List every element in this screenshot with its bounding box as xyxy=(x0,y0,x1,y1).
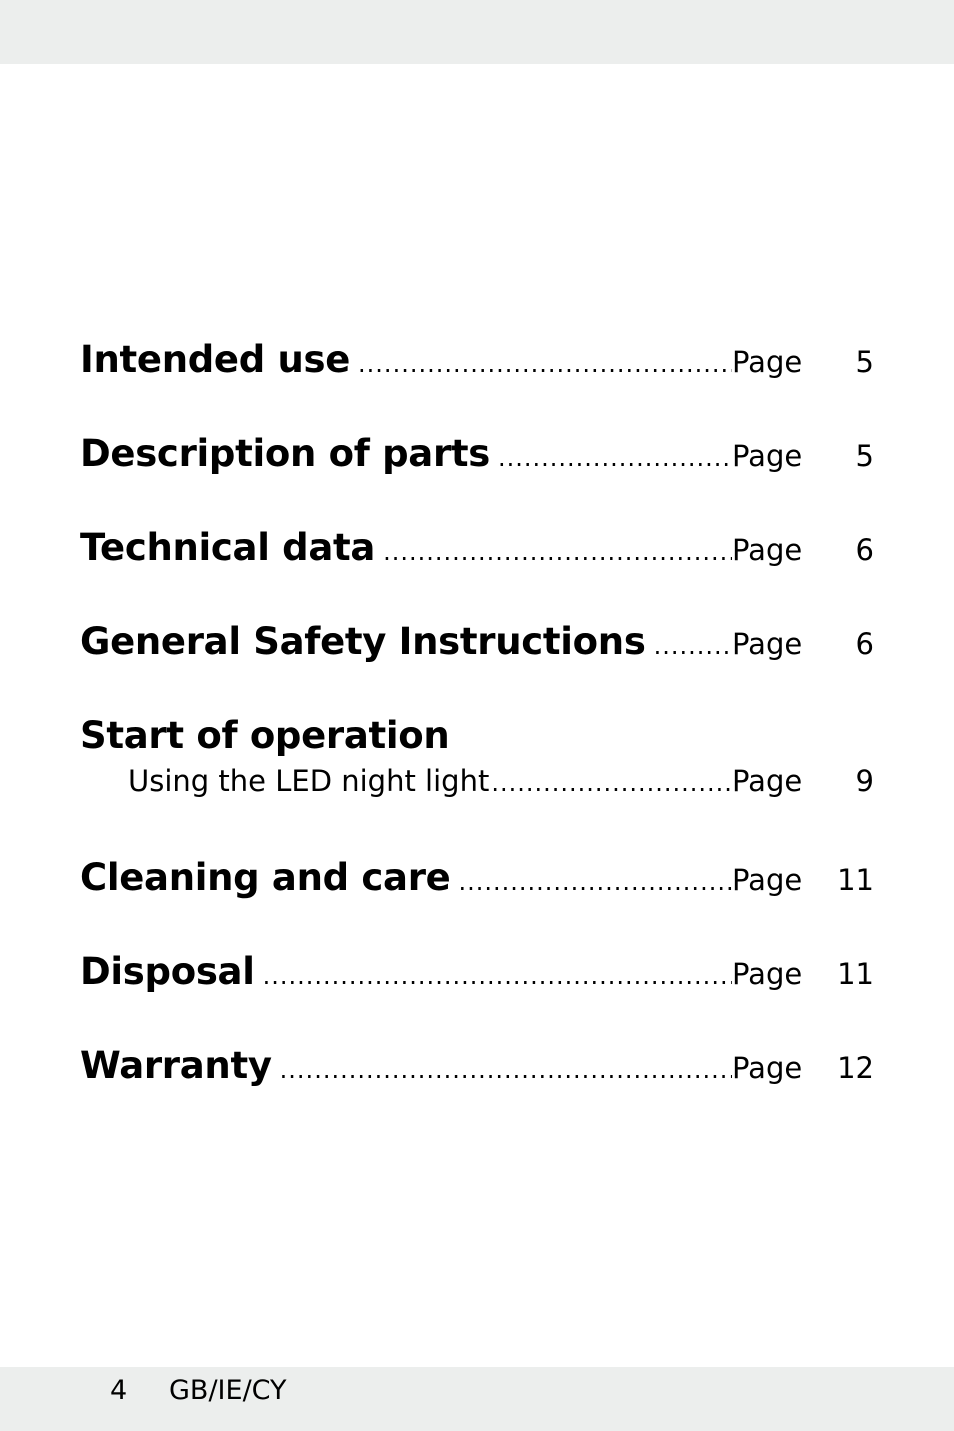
dot-leader: ........................................… xyxy=(383,538,732,566)
page-label: Page xyxy=(732,533,803,567)
dot-leader: ........................................… xyxy=(262,962,732,990)
toc-subentry-title: Using the LED night light xyxy=(128,764,490,798)
footer-band xyxy=(0,1367,954,1431)
page-label: Page xyxy=(732,1051,803,1085)
toc-entry-description-of-parts[interactable]: Description of parts ...................… xyxy=(80,432,874,482)
page-number: 11 xyxy=(837,957,874,991)
page-label: Page xyxy=(732,439,803,473)
page-label: Page xyxy=(732,627,803,661)
page-number: 6 xyxy=(855,533,874,567)
page-label: Page xyxy=(732,345,803,379)
page-number: 5 xyxy=(855,439,874,473)
dot-leader: ........................................… xyxy=(358,350,732,378)
toc-entry-cleaning-and-care[interactable]: Cleaning and care ......................… xyxy=(80,856,874,906)
toc-entry-title: Intended use xyxy=(80,338,351,381)
header-band xyxy=(0,0,954,64)
toc-entry-title: Description of parts xyxy=(80,432,490,475)
footer-language-codes: GB/IE/CY xyxy=(169,1375,287,1406)
toc-entry-title: Disposal xyxy=(80,950,255,993)
page-number: 6 xyxy=(855,627,874,661)
page-label: Page xyxy=(732,863,803,897)
dot-leader: ........................................… xyxy=(498,444,732,472)
dot-leader: ........................................… xyxy=(279,1056,732,1084)
page-label: Page xyxy=(732,764,803,798)
toc-section-start-of-operation: Start of operation xyxy=(80,714,874,764)
toc-entry-title: General Safety Instructions xyxy=(80,620,646,663)
page-number: 12 xyxy=(837,1051,874,1085)
toc-entry-general-safety-instructions[interactable]: General Safety Instructions ............… xyxy=(80,620,874,670)
page-label: Page xyxy=(732,957,803,991)
dot-leader: ........................................… xyxy=(458,868,732,896)
toc-entry-technical-data[interactable]: Technical data .........................… xyxy=(80,526,874,576)
toc-subentry-using-led-night-light[interactable]: Using the LED night light ..............… xyxy=(80,764,874,814)
dot-leader: ........................................… xyxy=(491,769,732,797)
toc-entry-disposal[interactable]: Disposal ...............................… xyxy=(80,950,874,1000)
toc-entry-title: Technical data xyxy=(80,526,376,569)
toc-entry-warranty[interactable]: Warranty ...............................… xyxy=(80,1044,874,1094)
footer-page-number: 4 xyxy=(110,1375,128,1406)
toc-entry-title: Cleaning and care xyxy=(80,856,451,899)
toc-section-title: Start of operation xyxy=(80,714,450,757)
dot-leader: ........................................… xyxy=(653,632,732,660)
page-number: 9 xyxy=(855,764,874,798)
toc-entry-title: Warranty xyxy=(80,1044,272,1087)
page-number: 11 xyxy=(837,863,874,897)
page-number: 5 xyxy=(855,345,874,379)
toc-entry-intended-use[interactable]: Intended use ...........................… xyxy=(80,338,874,388)
